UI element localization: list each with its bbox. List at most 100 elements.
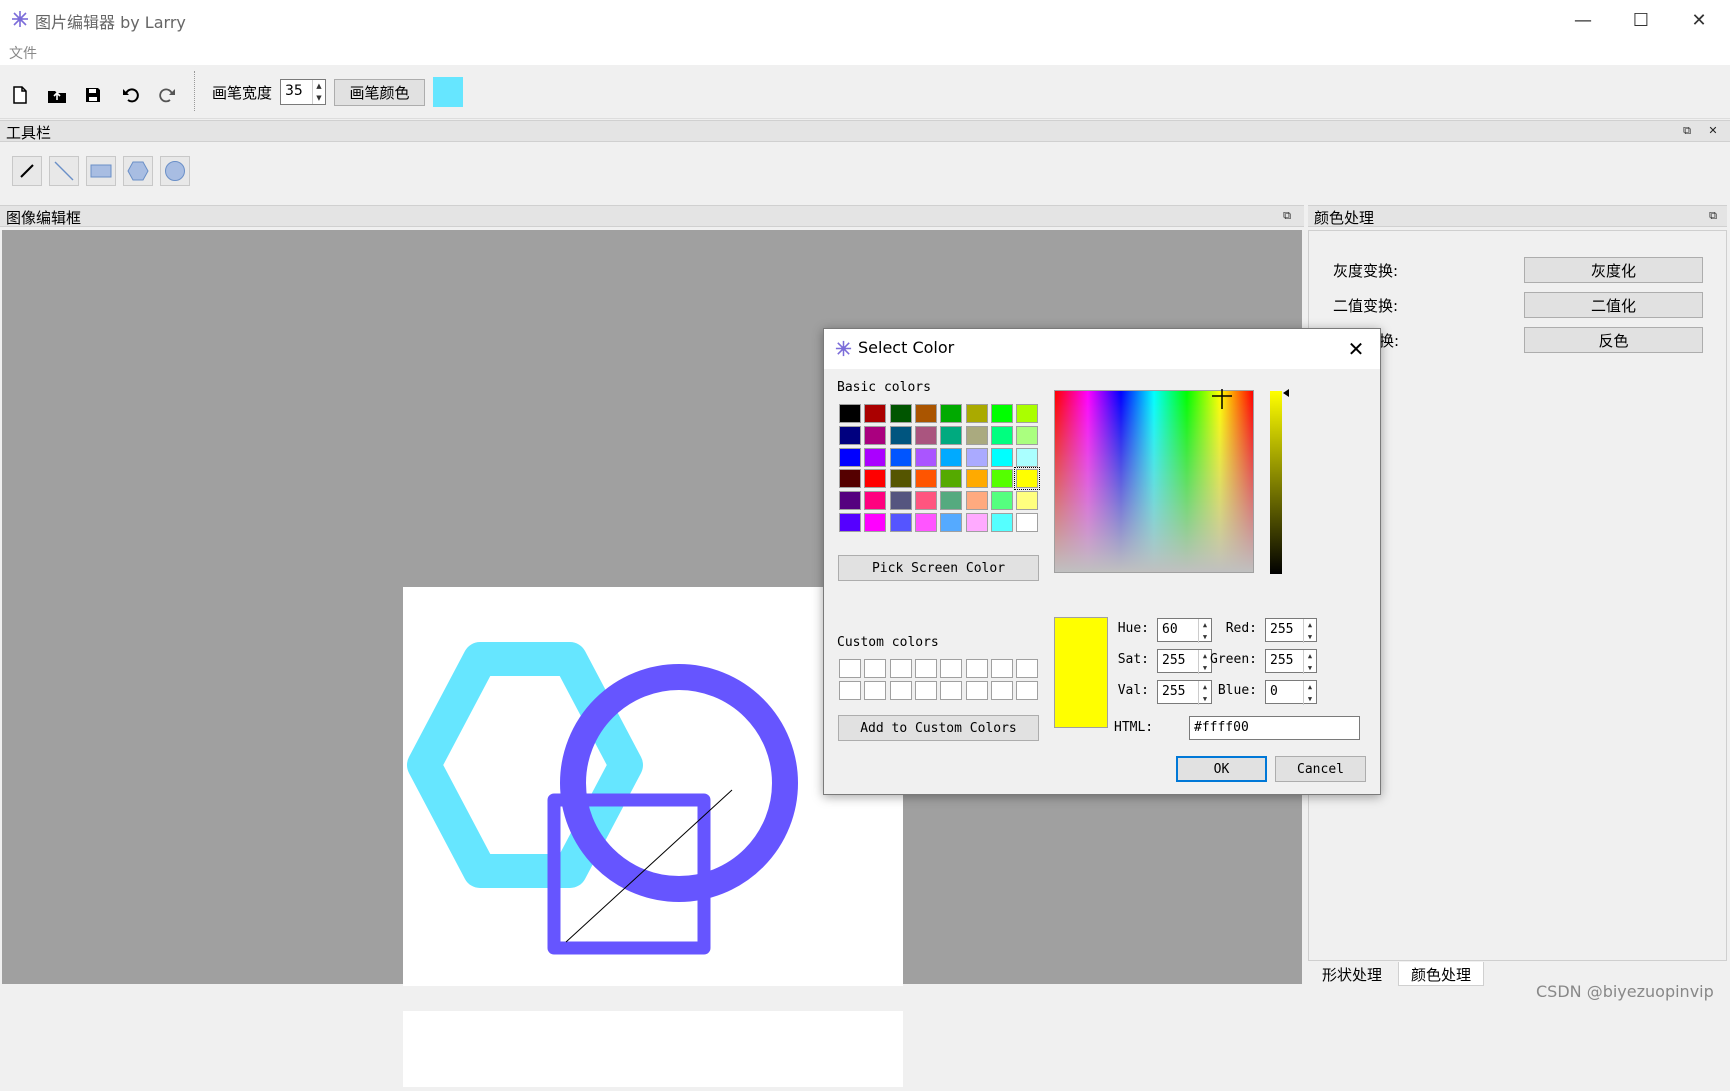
basic-color-swatch[interactable]	[940, 447, 963, 467]
basic-color-swatch[interactable]	[889, 469, 912, 489]
menu-file[interactable]: 文件	[9, 43, 37, 63]
custom-color-swatch[interactable]	[965, 681, 988, 700]
custom-color-swatch[interactable]	[889, 659, 912, 678]
rect-tool-button[interactable]	[86, 156, 116, 186]
custom-color-swatch[interactable]	[889, 681, 912, 700]
basic-color-swatch[interactable]	[914, 425, 937, 445]
custom-color-swatch[interactable]	[864, 681, 887, 700]
custom-color-swatch[interactable]	[990, 659, 1013, 678]
pen-width-spinbox[interactable]: 35 ▲ ▼	[280, 79, 326, 105]
spin-arrows-icon[interactable]: ▲ ▼	[312, 80, 325, 104]
val-spinbox[interactable]: 255 ▲ ▼	[1157, 680, 1212, 705]
new-file-icon[interactable]	[5, 80, 35, 110]
pen-color-swatch[interactable]	[433, 77, 463, 107]
basic-color-swatch[interactable]	[914, 513, 937, 532]
tab-shape[interactable]: 形状处理	[1310, 962, 1395, 986]
basic-color-swatch[interactable]	[965, 404, 988, 423]
custom-color-swatch[interactable]	[914, 659, 937, 678]
custom-color-swatch[interactable]	[965, 659, 988, 678]
basic-color-swatch[interactable]	[889, 447, 912, 467]
dialog-close-icon[interactable]: ✕	[1342, 335, 1370, 363]
custom-color-swatch[interactable]	[990, 681, 1013, 700]
float-dock-icon[interactable]: ⧉	[1680, 124, 1694, 138]
custom-color-swatch[interactable]	[864, 659, 887, 678]
custom-color-swatch[interactable]	[940, 659, 963, 678]
basic-color-swatch[interactable]	[1016, 404, 1039, 423]
spin-arrows-icon[interactable]: ▲ ▼	[1303, 619, 1316, 643]
basic-color-swatch[interactable]	[864, 425, 887, 445]
basic-color-swatch[interactable]	[839, 447, 861, 467]
basic-color-swatch[interactable]	[1014, 467, 1041, 491]
basic-color-swatch[interactable]	[965, 447, 988, 467]
basic-color-swatch[interactable]	[864, 404, 887, 423]
close-button[interactable]: ✕	[1670, 0, 1728, 40]
basic-color-swatch[interactable]	[889, 513, 912, 532]
basic-color-swatch[interactable]	[965, 491, 988, 511]
pen-color-button[interactable]: 画笔颜色	[334, 79, 425, 106]
custom-color-swatch[interactable]	[914, 681, 937, 700]
basic-color-swatch[interactable]	[990, 491, 1013, 511]
basic-color-swatch[interactable]	[990, 425, 1013, 445]
basic-color-swatch[interactable]	[914, 469, 937, 489]
basic-color-swatch[interactable]	[990, 469, 1013, 489]
ellipse-tool-button[interactable]	[160, 156, 190, 186]
hue-spinbox[interactable]: 60 ▲ ▼	[1157, 618, 1212, 643]
html-color-input[interactable]: #ffff00	[1189, 716, 1360, 740]
basic-color-swatch[interactable]	[940, 425, 963, 445]
pen-tool-button[interactable]	[12, 156, 42, 186]
basic-color-swatch[interactable]	[965, 513, 988, 532]
grayscale-button[interactable]: 灰度化	[1524, 257, 1703, 283]
float-dock-icon[interactable]: ⧉	[1280, 209, 1294, 223]
custom-color-swatch[interactable]	[1016, 681, 1039, 700]
value-slider[interactable]	[1270, 391, 1282, 574]
basic-color-swatch[interactable]	[864, 491, 887, 511]
basic-color-swatch[interactable]	[1016, 513, 1039, 532]
close-dock-icon[interactable]: ✕	[1706, 124, 1720, 138]
blue-spinbox[interactable]: 0 ▲ ▼	[1265, 680, 1317, 705]
basic-color-swatch[interactable]	[1016, 425, 1039, 445]
custom-color-swatch[interactable]	[839, 681, 861, 700]
basic-color-swatch[interactable]	[839, 404, 861, 423]
undo-icon[interactable]	[116, 80, 146, 110]
basic-color-swatch[interactable]	[889, 404, 912, 423]
basic-color-swatch[interactable]	[914, 491, 937, 511]
red-spinbox[interactable]: 255 ▲ ▼	[1265, 618, 1317, 643]
basic-color-swatch[interactable]	[864, 513, 887, 532]
spin-arrows-icon[interactable]: ▲ ▼	[1303, 681, 1316, 705]
tab-color[interactable]: 颜色处理	[1398, 962, 1485, 986]
basic-color-swatch[interactable]	[889, 425, 912, 445]
ok-button[interactable]: OK	[1176, 756, 1267, 782]
maximize-button[interactable]: ☐	[1612, 0, 1670, 40]
sat-spinbox[interactable]: 255 ▲ ▼	[1157, 649, 1212, 674]
basic-color-swatch[interactable]	[889, 491, 912, 511]
custom-color-swatch[interactable]	[1016, 659, 1039, 678]
save-icon[interactable]	[78, 80, 108, 110]
pick-screen-color-button[interactable]: Pick Screen Color	[838, 555, 1039, 581]
basic-color-swatch[interactable]	[839, 469, 861, 489]
invert-button[interactable]: 反色	[1524, 327, 1703, 353]
basic-color-swatch[interactable]	[990, 447, 1013, 467]
add-to-custom-colors-button[interactable]: Add to Custom Colors	[838, 715, 1039, 741]
basic-color-swatch[interactable]	[914, 404, 937, 423]
value-slider-arrow-icon[interactable]	[1283, 389, 1289, 397]
cancel-button[interactable]: Cancel	[1275, 756, 1366, 782]
minimize-button[interactable]: —	[1554, 0, 1612, 40]
binary-button[interactable]: 二值化	[1524, 292, 1703, 318]
green-spinbox[interactable]: 255 ▲ ▼	[1265, 649, 1317, 674]
basic-color-swatch[interactable]	[1016, 447, 1039, 467]
basic-color-swatch[interactable]	[940, 404, 963, 423]
basic-color-swatch[interactable]	[940, 491, 963, 511]
spin-arrows-icon[interactable]: ▲ ▼	[1303, 650, 1316, 674]
basic-color-swatch[interactable]	[1016, 491, 1039, 511]
hue-saturation-picker[interactable]	[1054, 389, 1254, 573]
basic-color-swatch[interactable]	[839, 513, 861, 532]
basic-color-swatch[interactable]	[990, 404, 1013, 423]
basic-color-swatch[interactable]	[914, 447, 937, 467]
redo-icon[interactable]	[152, 80, 182, 110]
custom-color-swatch[interactable]	[839, 659, 861, 678]
float-dock-icon[interactable]: ⧉	[1706, 209, 1720, 223]
basic-color-swatch[interactable]	[965, 425, 988, 445]
basic-color-swatch[interactable]	[940, 469, 963, 489]
polygon-tool-button[interactable]	[123, 156, 153, 186]
basic-color-swatch[interactable]	[965, 469, 988, 489]
